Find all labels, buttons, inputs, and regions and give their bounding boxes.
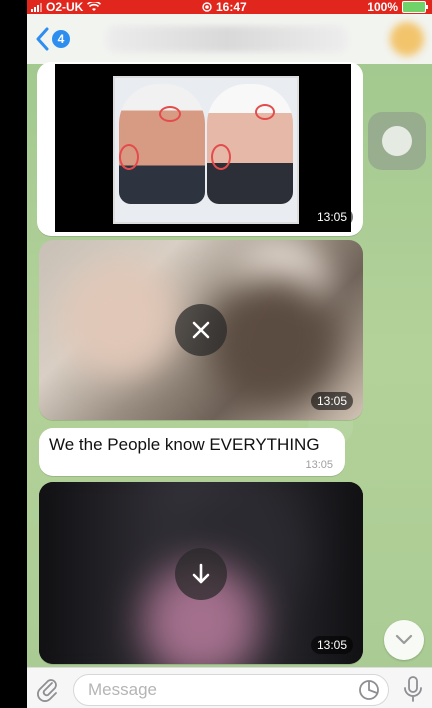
floating-action-button[interactable] [368,112,426,170]
video-message[interactable]: 13:05 [39,482,363,664]
signal-icon [31,2,42,12]
message-field[interactable] [73,674,389,706]
battery-percent: 100% [367,0,398,14]
chevron-down-icon [395,634,413,645]
paperclip-icon[interactable] [35,676,61,702]
assistive-touch-icon [382,126,412,156]
message-time: 13:05 [310,208,353,226]
chevron-left-icon [36,27,49,51]
status-left: O2-UK [31,0,102,14]
unread-count-badge: 4 [52,30,70,48]
wifi-icon [87,2,102,11]
message-composer [27,667,432,708]
avatar[interactable] [390,22,424,56]
status-center: 16:47 [202,0,247,14]
chat-header: 4 [27,14,432,64]
message-time: 13:05 [310,636,353,654]
back-button[interactable]: 4 [35,27,70,51]
message-input[interactable] [86,675,340,705]
carrier-label: O2-UK [46,0,84,14]
message-text: We the People know EVERYTHING [49,435,320,454]
phone-screen: O2-UK 16:47 100% 4 13:05 13:05 We the Pe… [27,0,432,708]
comparison-image [113,76,299,224]
video-message[interactable]: 13:05 [39,240,363,420]
annotation-circle [119,144,139,170]
status-right: 100% [367,0,428,14]
text-message[interactable]: We the People know EVERYTHING 13:05 [39,428,345,476]
microphone-icon[interactable] [402,675,424,703]
annotation-circle [211,144,231,170]
battery-icon [402,1,428,13]
status-bar: O2-UK 16:47 100% [27,0,432,14]
photo-content [55,64,351,232]
annotation-circle [255,104,275,120]
photo-message[interactable]: 13:05 [37,62,363,236]
sticker-icon[interactable] [358,679,380,701]
scroll-to-bottom-button[interactable] [384,620,424,660]
chat-title-redacted[interactable] [107,26,347,52]
download-button[interactable] [175,548,227,600]
annotation-circle [159,106,181,122]
message-time: 13:05 [305,459,333,471]
screen-record-icon [202,2,212,12]
close-icon [192,321,210,339]
cancel-download-button[interactable] [175,304,227,356]
message-time: 13:05 [310,392,353,410]
download-icon [192,563,210,584]
clock: 16:47 [216,0,247,14]
